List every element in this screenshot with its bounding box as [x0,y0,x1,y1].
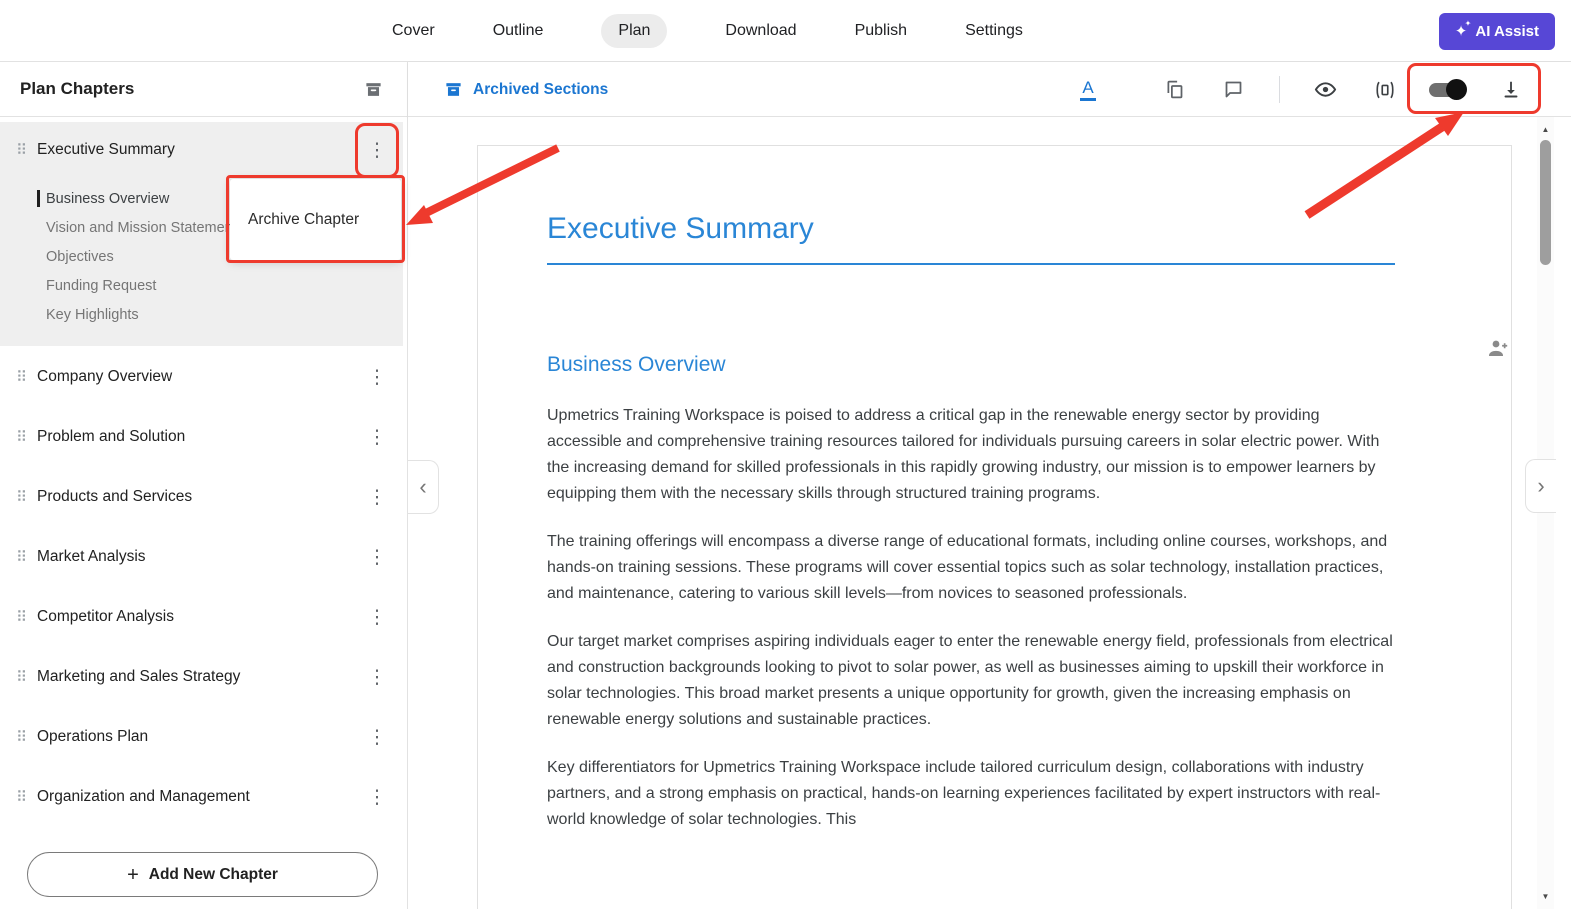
add-collaborator-icon[interactable] [1486,336,1510,365]
kebab-menu-icon[interactable]: ⋮ [365,548,389,567]
add-new-chapter-button[interactable]: + Add New Chapter [27,852,378,897]
chapter-row-market-analysis[interactable]: ⠿ Market Analysis ⋮ [0,527,403,587]
section-heading: Business Overview [547,353,726,376]
archived-sections-button[interactable]: Archived Sections [444,62,608,117]
drag-handle-icon[interactable]: ⠿ [16,143,27,158]
chapter-label: Market Analysis [37,548,146,565]
chapter-label: Organization and Management [37,788,250,805]
archive-icon [446,83,461,96]
chapter-row-operations-plan[interactable]: ⠿ Operations Plan ⋮ [0,707,403,767]
drag-handle-icon[interactable]: ⠿ [16,610,27,625]
sidebar-header: Plan Chapters [0,62,407,117]
tab-download[interactable]: Download [725,22,796,40]
nav-tabs: Cover Outline Plan Download Publish Sett… [392,0,1023,62]
kebab-menu-icon[interactable]: ⋮ [365,428,389,447]
tab-settings[interactable]: Settings [965,22,1023,40]
document-page[interactable]: Executive Summary Business Overview Upme… [477,145,1512,909]
tab-plan[interactable]: Plan [601,14,668,48]
chapter-label: Executive Summary [37,141,175,158]
chapter-label: Products and Services [37,488,193,505]
paragraph: Upmetrics Training Workspace is poised t… [547,407,1380,502]
section-item-key-highlights[interactable]: Key Highlights [0,300,403,329]
mode-toggle-switch[interactable] [1425,62,1469,117]
download-icon[interactable] [1494,62,1528,117]
collapse-panel-chevron[interactable]: › [1525,459,1556,513]
chapter-list: ⠿ Company Overview ⋮ ⠿ Problem and Solut… [0,347,403,827]
drag-handle-icon[interactable]: ⠿ [16,730,27,745]
chapter-label: Competitor Analysis [37,608,174,625]
chapter-row-marketing-sales-strategy[interactable]: ⠿ Marketing and Sales Strategy ⋮ [0,647,403,707]
tab-publish[interactable]: Publish [855,22,907,40]
chapter-row-organization-management[interactable]: ⠿ Organization and Management ⋮ [0,767,403,827]
chapter-label: Operations Plan [37,728,149,745]
archive-box-icon[interactable] [360,76,387,103]
kebab-menu-icon[interactable]: ⋮ [365,728,389,747]
collapse-sidebar-chevron[interactable]: ‹ [408,460,439,514]
ai-assist-label: AI Assist [1475,23,1539,40]
kebab-menu-icon[interactable]: ⋮ [365,488,389,507]
tab-outline[interactable]: Outline [493,22,544,40]
document-canvas: Executive Summary Business Overview Upme… [408,117,1571,909]
paragraph: The training offerings will encompass a … [547,533,1388,602]
scrollbar-thumb[interactable] [1540,140,1551,265]
drag-handle-icon[interactable]: ⠿ [16,490,27,505]
drag-handle-icon[interactable]: ⠿ [16,790,27,805]
scroll-up-arrow[interactable]: ▲ [1537,121,1554,138]
text-color-icon[interactable]: A [1071,62,1105,117]
chapter-row-executive-summary[interactable]: ⠿ Executive Summary ⋮ [0,122,403,178]
kebab-menu-icon[interactable]: ⋮ [365,668,389,687]
drag-handle-icon[interactable]: ⠿ [16,430,27,445]
archive-chapter-menu-item[interactable]: Archive Chapter [230,211,359,229]
kebab-menu-icon[interactable]: ⋮ [365,788,389,807]
toolbar-divider [1279,76,1280,103]
page-layout-icon[interactable] [1368,62,1402,117]
paragraph: Key differentiators for Upmetrics Traini… [547,759,1381,828]
preview-eye-icon[interactable] [1308,62,1342,117]
chapter-label: Company Overview [37,368,173,385]
kebab-menu-icon[interactable]: ⋮ [365,608,389,627]
kebab-menu-icon[interactable]: ⋮ [365,141,389,160]
tab-cover[interactable]: Cover [392,22,435,40]
section-item-funding-request[interactable]: Funding Request [0,271,403,300]
sparkle-icon: ✦ ✦ [1454,19,1472,40]
editor-toolbar: Archived Sections A [408,62,1571,117]
top-navigation: Cover Outline Plan Download Publish Sett… [0,0,1571,62]
drag-handle-icon[interactable]: ⠿ [16,370,27,385]
vertical-scrollbar[interactable]: ▲ ▼ [1537,117,1554,909]
copy-pages-icon[interactable] [1157,62,1191,117]
add-chapter-label: Add New Chapter [148,865,278,883]
chapter-label: Marketing and Sales Strategy [37,668,241,685]
scroll-down-arrow[interactable]: ▼ [1537,888,1554,905]
archived-sections-label: Archived Sections [473,80,609,98]
comment-icon[interactable] [1216,62,1250,117]
chapter-label: Problem and Solution [37,428,186,445]
sidebar-title: Plan Chapters [20,79,135,98]
drag-handle-icon[interactable]: ⠿ [16,670,27,685]
chapter-row-products-and-services[interactable]: ⠿ Products and Services ⋮ [0,467,403,527]
chapter-row-problem-and-solution[interactable]: ⠿ Problem and Solution ⋮ [0,407,403,467]
chapter-row-competitor-analysis[interactable]: ⠿ Competitor Analysis ⋮ [0,587,403,647]
plus-icon: + [127,863,139,886]
paragraph: Our target market comprises aspiring ind… [547,633,1393,728]
kebab-menu-icon[interactable]: ⋮ [365,368,389,387]
app-window: Cover Outline Plan Download Publish Sett… [0,0,1571,909]
drag-handle-icon[interactable]: ⠿ [16,550,27,565]
chapter-row-company-overview[interactable]: ⠿ Company Overview ⋮ [0,347,403,407]
ai-assist-button[interactable]: ✦ ✦ AI Assist [1438,13,1555,50]
document-title: Executive Summary [547,212,1395,265]
chapter-context-menu: Archive Chapter [230,179,401,260]
